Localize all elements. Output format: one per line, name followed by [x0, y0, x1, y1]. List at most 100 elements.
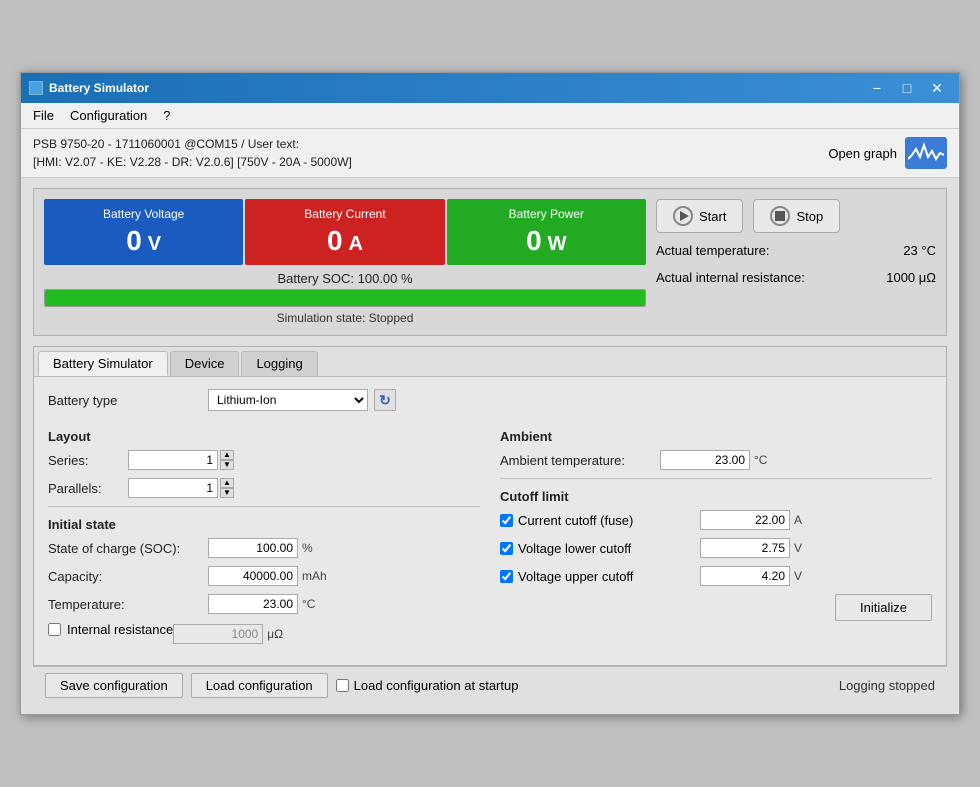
parallels-input[interactable]: [128, 478, 218, 498]
maximize-button[interactable]: □: [893, 77, 921, 99]
capacity-input[interactable]: [208, 566, 298, 586]
voltage-upper-row: Voltage upper cutoff V: [500, 566, 932, 586]
close-button[interactable]: ✕: [923, 77, 951, 99]
title-bar-left: Battery Simulator: [29, 81, 149, 95]
voltage-lower-unit: V: [794, 541, 818, 555]
soc-unit: %: [302, 541, 326, 555]
voltage-lower-checkbox[interactable]: [500, 542, 513, 555]
battery-type-select[interactable]: Lithium-Ion Lead-Acid NiMH Custom: [208, 389, 368, 411]
voltage-upper-input[interactable]: [700, 566, 790, 586]
menu-bar: File Configuration ?: [21, 103, 959, 129]
form-section: Layout Series: ▲ ▼ Parallels:: [48, 419, 932, 653]
play-icon: [673, 206, 693, 226]
actual-res-value-unit: 1000 μΩ: [886, 270, 936, 285]
layout-title: Layout: [48, 429, 480, 444]
open-graph-area: Open graph: [828, 137, 947, 169]
actual-temp-value-unit: 23 °C: [903, 243, 936, 258]
actual-temp-row: Actual temperature: 23 °C: [656, 241, 936, 260]
series-row: Series: ▲ ▼: [48, 450, 480, 470]
stop-circle-icon: [770, 206, 790, 226]
footer-left: Save configuration Load configuration Lo…: [45, 673, 518, 698]
load-config-button[interactable]: Load configuration: [191, 673, 328, 698]
title-bar: Battery Simulator − □ ✕: [21, 73, 959, 103]
capacity-label: Capacity:: [48, 569, 208, 584]
sim-state-label: Simulation state: Stopped: [44, 311, 646, 325]
window-icon: [29, 81, 43, 95]
ambient-temp-input[interactable]: [660, 450, 750, 470]
tab-bar: Battery Simulator Device Logging: [34, 347, 946, 377]
info-bar: PSB 9750-20 - 1711060001 @COM15 / User t…: [21, 129, 959, 178]
actual-res-row: Actual internal resistance: 1000 μΩ: [656, 268, 936, 287]
load-startup-label: Load configuration at startup: [336, 678, 519, 693]
initialize-button[interactable]: Initialize: [835, 594, 932, 621]
current-cutoff-input[interactable]: [700, 510, 790, 530]
capacity-unit: mAh: [302, 569, 327, 583]
soc-bar-inner: [45, 290, 645, 306]
internal-res-checkbox-row: Internal resistance: [48, 622, 173, 637]
menu-configuration[interactable]: Configuration: [62, 105, 155, 126]
power-value-row: 0 W: [526, 225, 566, 257]
minimize-button[interactable]: −: [863, 77, 891, 99]
temperature-row: Temperature: °C: [48, 594, 480, 614]
series-label: Series:: [48, 453, 128, 468]
window-title: Battery Simulator: [49, 81, 149, 95]
series-input[interactable]: [128, 450, 218, 470]
current-value: 0: [327, 225, 343, 257]
battery-type-label: Battery type: [48, 393, 208, 408]
graph-icon-button[interactable]: [905, 137, 947, 169]
actual-temp-value: 23: [903, 243, 917, 258]
parallels-label: Parallels:: [48, 481, 128, 496]
cutoff-title: Cutoff limit: [500, 489, 932, 504]
parallels-row: Parallels: ▲ ▼: [48, 478, 480, 498]
info-line2: [HMI: V2.07 - KE: V2.28 - DR: V2.0.6] [7…: [33, 153, 352, 171]
series-up-button[interactable]: ▲: [220, 450, 234, 460]
parallels-down-button[interactable]: ▼: [220, 488, 234, 498]
tab-battery-simulator[interactable]: Battery Simulator: [38, 351, 168, 376]
current-label: Battery Current: [304, 207, 385, 221]
parallels-spinner: ▲ ▼: [220, 478, 234, 498]
voltage-lower-label: Voltage lower cutoff: [518, 541, 631, 556]
save-config-button[interactable]: Save configuration: [45, 673, 183, 698]
reload-button[interactable]: ↻: [374, 389, 396, 411]
main-content: Battery Voltage 0 V Battery Current 0 A: [21, 178, 959, 714]
actual-temp-label: Actual temperature:: [656, 243, 769, 258]
parallels-up-button[interactable]: ▲: [220, 478, 234, 488]
power-value: 0: [526, 225, 542, 257]
start-label: Start: [699, 209, 726, 224]
start-button[interactable]: Start: [656, 199, 743, 233]
temperature-input[interactable]: [208, 594, 298, 614]
current-cutoff-checkbox[interactable]: [500, 514, 513, 527]
internal-res-row: Internal resistance μΩ: [48, 622, 480, 645]
open-graph-label[interactable]: Open graph: [828, 146, 897, 161]
soc-container: Battery SOC: 100.00 % Simulation state: …: [44, 271, 646, 325]
voltage-lower-input[interactable]: [700, 538, 790, 558]
load-startup-text: Load configuration at startup: [354, 678, 519, 693]
stop-square-icon: [775, 211, 785, 221]
tabs-panel: Battery Simulator Device Logging Battery…: [33, 346, 947, 666]
temperature-label: Temperature:: [48, 597, 208, 612]
load-startup-checkbox[interactable]: [336, 679, 349, 692]
top-panel: Battery Voltage 0 V Battery Current 0 A: [33, 188, 947, 336]
voltage-meter: Battery Voltage 0 V: [44, 199, 243, 265]
series-down-button[interactable]: ▼: [220, 460, 234, 470]
current-cutoff-row: Current cutoff (fuse) A: [500, 510, 932, 530]
meters-section: Battery Voltage 0 V Battery Current 0 A: [44, 199, 646, 325]
tab-logging[interactable]: Logging: [241, 351, 317, 376]
controls-right: Start Stop Actual temperature: 23 °C: [656, 199, 936, 287]
internal-res-checkbox[interactable]: [48, 623, 61, 636]
menu-help[interactable]: ?: [155, 105, 178, 126]
current-unit: A: [349, 233, 363, 256]
voltage-lower-row: Voltage lower cutoff V: [500, 538, 932, 558]
stop-button[interactable]: Stop: [753, 199, 840, 233]
tab-device[interactable]: Device: [170, 351, 240, 376]
menu-file[interactable]: File: [25, 105, 62, 126]
main-window: Battery Simulator − □ ✕ File Configurati…: [20, 72, 960, 715]
stop-label: Stop: [796, 209, 823, 224]
voltage-label: Battery Voltage: [103, 207, 184, 221]
soc-field-label: State of charge (SOC):: [48, 541, 208, 556]
voltage-upper-checkbox[interactable]: [500, 570, 513, 583]
ambient-temp-label: Ambient temperature:: [500, 453, 660, 468]
info-line1: PSB 9750-20 - 1711060001 @COM15 / User t…: [33, 135, 352, 153]
soc-input[interactable]: [208, 538, 298, 558]
internal-res-input[interactable]: [173, 624, 263, 644]
